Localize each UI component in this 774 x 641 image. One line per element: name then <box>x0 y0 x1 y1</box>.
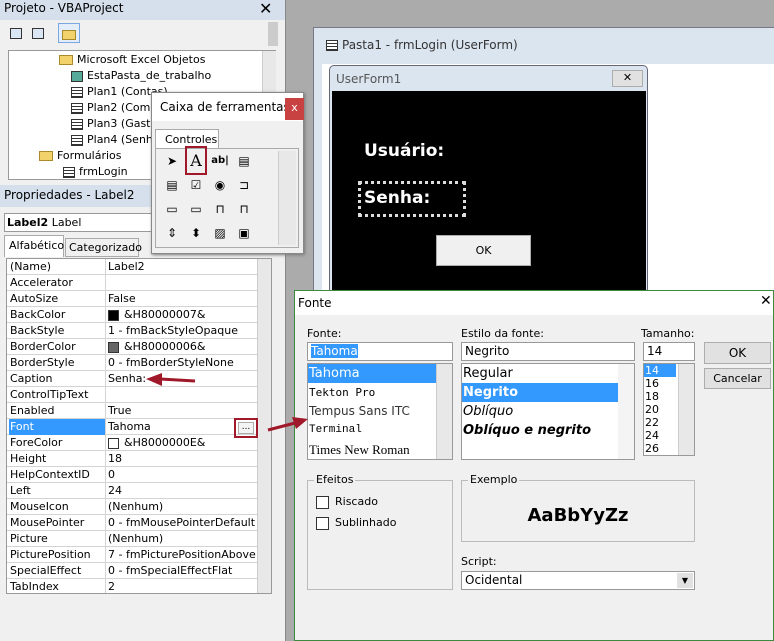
font-ellipsis-button[interactable]: ... <box>238 422 254 434</box>
font-arrow <box>267 421 296 432</box>
caption-arrow <box>159 377 196 383</box>
label-tool-highlight <box>185 146 207 175</box>
font-arrowhead <box>292 417 308 429</box>
caption-arrowhead <box>146 373 162 386</box>
annotation-arrows <box>146 146 308 438</box>
